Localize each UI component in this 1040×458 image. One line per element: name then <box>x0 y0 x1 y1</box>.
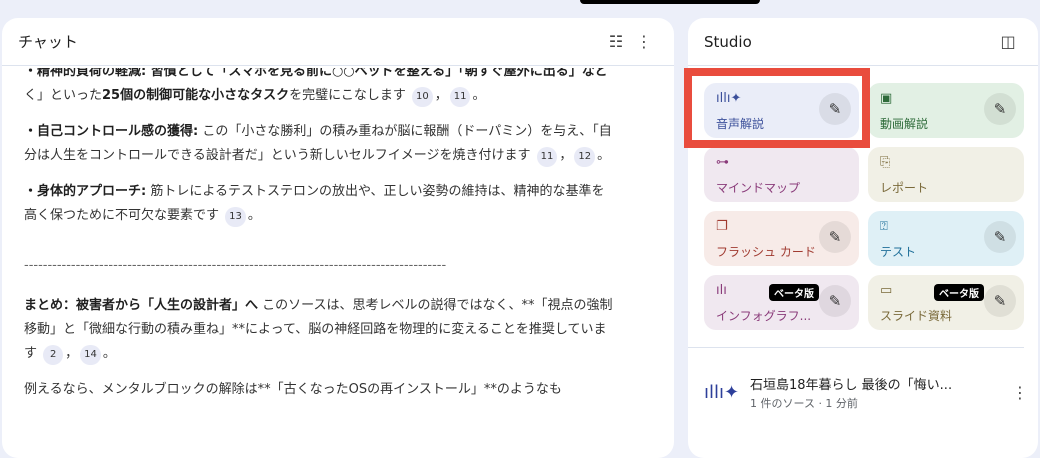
text: く」といった <box>24 88 103 103</box>
edit-pencil-icon[interactable]: ✎ <box>984 285 1016 317</box>
studio-card[interactable]: ılı インフォグラフ... ベータ版 ✎ <box>704 275 859 330</box>
text: を完璧にこなします <box>289 88 406 103</box>
paragraph-3: ・身体的アプローチ: 筋トレによるテストステロンの放出や、正しい姿勢の維持は、精… <box>24 180 614 228</box>
studio-tools-grid: ıllı✦ 音声解説 ✎ ▣ 動画解説 ✎ ⊶ マインドマップ ⎘ レポート ❐ フラッシュ カード ✎… <box>704 83 1024 330</box>
audio-sparkle-icon: ıllı✦ <box>704 381 740 403</box>
citation[interactable]: 10 <box>412 87 433 107</box>
end: 。 <box>472 88 486 103</box>
citation[interactable]: 11 <box>536 147 558 167</box>
item-subtitle: 1 件のソース · 1 分前 <box>750 396 858 410</box>
studio-card[interactable]: ⍰ テスト ✎ <box>868 211 1024 266</box>
report-icon: ⎘ <box>880 155 891 170</box>
bold-text: 25個の制御可能な小さなタスク <box>102 88 290 103</box>
top-toolbar-remnant <box>580 0 760 4</box>
studio-panel: Studio ◫ ıllı✦ 音声解説 ✎ ▣ 動画解説 ✎ ⊶ マインドマップ ⎘ レポート ❐ フ… <box>688 18 1038 458</box>
citation[interactable]: 14 <box>80 345 101 365</box>
chat-header: チャット ☷ ⋮ <box>2 18 674 66</box>
sep: ， <box>65 346 79 361</box>
edit-pencil-icon[interactable]: ✎ <box>984 93 1016 125</box>
bold-text: まとめ：被害者から「人生の設計者」へ <box>24 298 259 313</box>
end: 。 <box>102 346 116 361</box>
panel-toggle-icon[interactable]: ◫ <box>994 28 1022 56</box>
sep: ， <box>559 148 573 163</box>
chat-title: チャット <box>18 33 78 51</box>
edit-pencil-icon[interactable]: ✎ <box>819 285 851 317</box>
clipped-line: ・精神的負荷の軽減: 習慣として「スマホを見る前に○○ベッドを整える」「朝すぐ屋… <box>24 68 614 80</box>
end: 。 <box>247 208 261 223</box>
studio-card[interactable]: ⎘ レポート <box>868 147 1024 202</box>
edit-pencil-icon[interactable]: ✎ <box>819 221 851 253</box>
citation[interactable]: 13 <box>225 207 246 227</box>
studio-card[interactable]: ıllı✦ 音声解説 ✎ <box>704 83 859 138</box>
beta-badge: ベータ版 <box>934 284 984 301</box>
edit-pencil-icon[interactable]: ✎ <box>819 93 851 125</box>
dashed-divider: ----------------------------------------… <box>24 258 447 273</box>
sep: ， <box>434 88 448 103</box>
card-label: レポート <box>880 181 929 195</box>
clipped-text: ・精神的負荷の軽減: 習慣として「スマホを見る前に○○ベッドを整える」「朝すぐ屋… <box>24 68 608 79</box>
studio-card[interactable]: ▣ 動画解説 ✎ <box>868 83 1024 138</box>
chat-message: ・精神的負荷の軽減: 習慣として「スマホを見る前に○○ベッドを整える」「朝すぐ屋… <box>24 68 614 414</box>
paragraph-2: ・自己コントロール感の獲得: この「小さな勝利」の積み重ねが脳に報酬（ドーパミン… <box>24 120 614 168</box>
studio-card[interactable]: ▭ スライド資料 ベータ版 ✎ <box>868 275 1024 330</box>
more-vert-icon[interactable]: ⋮ <box>1006 378 1034 406</box>
mindmap-icon: ⊶ <box>716 155 729 170</box>
beta-badge: ベータ版 <box>769 284 819 301</box>
studio-card[interactable]: ⊶ マインドマップ <box>704 147 859 202</box>
end: 。 <box>597 148 611 163</box>
studio-header: Studio ◫ <box>688 18 1038 66</box>
paragraph-5: 例えるなら、メンタルブロックの解除は**「古くなったOSの再インストール」**の… <box>24 382 562 397</box>
studio-card[interactable]: ❐ フラッシュ カード ✎ <box>704 211 859 266</box>
edit-pencil-icon[interactable]: ✎ <box>984 221 1016 253</box>
card-label: マインドマップ <box>716 181 801 195</box>
chat-panel: チャット ☷ ⋮ ・精神的負荷の軽減: 習慣として「スマホを見る前に○○ベッドを… <box>2 18 674 458</box>
citation[interactable]: 12 <box>574 147 596 167</box>
item-title: 石垣島18年暮らし 最後の「悔い... <box>750 377 953 393</box>
bold-text: ・身体的アプローチ: <box>24 184 147 199</box>
bold-text: ・自己コントロール感の獲得: <box>24 124 199 139</box>
citation[interactable]: 11 <box>449 87 471 107</box>
divider <box>688 347 1024 348</box>
paragraph-4: まとめ：被害者から「人生の設計者」へ このソースは、思考レベルの説得ではなく、*… <box>24 294 614 366</box>
more-vert-icon[interactable]: ⋮ <box>630 28 658 56</box>
paragraph-1: く」といった25個の制御可能な小さなタスクを完璧にこなします 10， 11。 <box>24 84 614 108</box>
tune-icon[interactable]: ☷ <box>602 28 630 56</box>
audio-overview-item[interactable]: ıllı✦ 石垣島18年暮らし 最後の「悔い... 1 件のソース · 1 分前… <box>704 370 1034 414</box>
studio-title: Studio <box>704 32 752 51</box>
citation[interactable]: 2 <box>43 345 64 365</box>
